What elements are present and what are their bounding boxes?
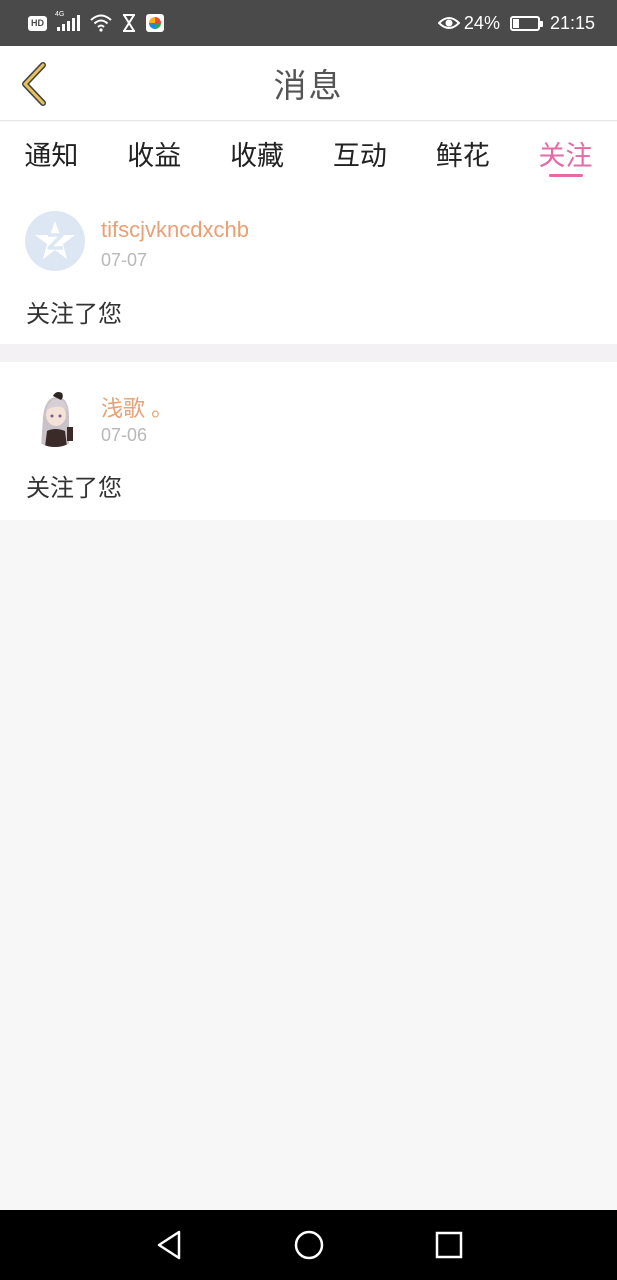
hd-icon: HD	[28, 15, 47, 31]
tab-label: 收藏	[230, 141, 285, 172]
system-nav-bar	[0, 1210, 617, 1280]
home-circle-icon	[294, 1230, 323, 1260]
back-button[interactable]	[14, 62, 54, 106]
header: 消息	[0, 46, 617, 121]
status-bar: HD 4G 24% 21:15	[0, 0, 617, 46]
clock: 21:15	[549, 12, 595, 33]
chevron-left-icon	[22, 62, 46, 106]
avatar[interactable]	[25, 211, 85, 271]
wifi-icon	[90, 14, 112, 32]
default-avatar-icon	[35, 221, 75, 259]
tab-favorites[interactable]: 收藏	[206, 122, 309, 173]
username[interactable]: 浅歌 。	[101, 391, 173, 423]
date: 07-06	[101, 425, 148, 445]
page-title: 消息	[273, 66, 344, 105]
tab-label: 通知	[24, 141, 79, 172]
tab-interactions[interactable]: 互动	[308, 122, 411, 173]
follow-list: tifscjvkncdxchb 07-07 关注了您 浅歌 。 07-06 关注…	[0, 186, 617, 520]
tab-notifications[interactable]: 通知	[0, 122, 103, 173]
eye-icon	[437, 17, 460, 29]
list-item[interactable]: 浅歌 。 07-06 关注了您	[0, 362, 617, 520]
tab-label: 关注	[538, 141, 593, 172]
message-text: 关注了您	[26, 300, 122, 328]
battery-icon	[509, 15, 543, 31]
network-type-label: 4G	[55, 11, 65, 18]
nav-recents-button[interactable]	[429, 1225, 469, 1265]
status-left: HD 4G	[28, 11, 164, 32]
battery-percent: 24%	[463, 12, 500, 33]
tab-flowers[interactable]: 鲜花	[411, 122, 514, 173]
nav-back-button[interactable]	[149, 1225, 189, 1265]
tab-follows[interactable]: 关注	[514, 122, 617, 177]
back-triangle-icon	[157, 1230, 180, 1260]
app-notification-icon	[146, 14, 164, 32]
date: 07-07	[101, 250, 148, 270]
avatar[interactable]	[25, 387, 85, 447]
tab-label: 互动	[332, 141, 387, 172]
nav-home-button[interactable]	[289, 1225, 329, 1265]
anime-girl-avatar-icon	[25, 387, 85, 447]
divider	[0, 344, 617, 362]
active-tab-indicator	[548, 174, 583, 177]
list-item[interactable]: tifscjvkncdxchb 07-07 关注了您	[0, 186, 617, 344]
tab-bar: 通知 收益 收藏 互动 鲜花 关注	[0, 122, 617, 186]
hd-label: HD	[31, 18, 44, 28]
signal-icon: 4G	[55, 11, 80, 31]
tab-earnings[interactable]: 收益	[103, 122, 206, 173]
tab-label: 收益	[127, 141, 182, 172]
status-right: 24% 21:15	[437, 12, 595, 34]
recents-square-icon	[435, 1231, 462, 1259]
username[interactable]: tifscjvkncdxchb	[101, 217, 249, 243]
tab-label: 鲜花	[435, 141, 490, 172]
message-text: 关注了您	[26, 474, 122, 502]
hourglass-icon	[123, 14, 135, 32]
